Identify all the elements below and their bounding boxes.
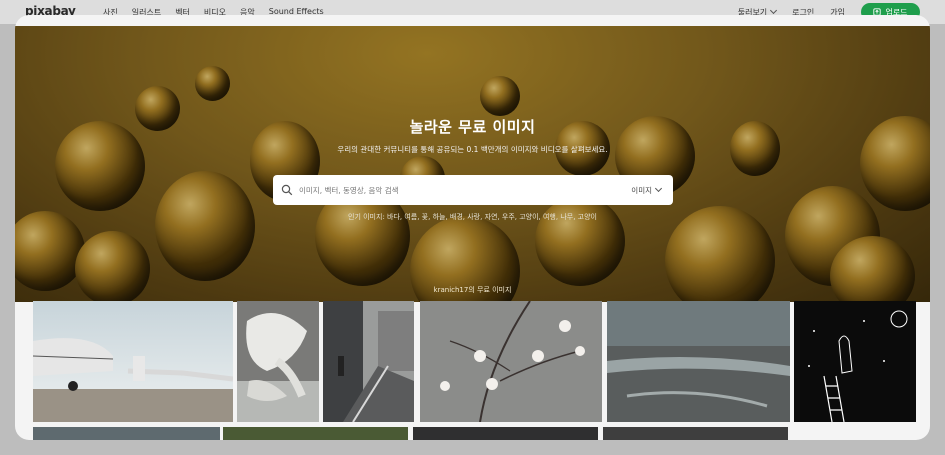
image-tile-building[interactable] <box>33 427 220 440</box>
chevron-down-icon <box>654 184 663 193</box>
search-type-select[interactable]: 이미지 <box>631 184 663 196</box>
image-tile-swan[interactable] <box>237 301 319 422</box>
search-input[interactable] <box>299 185 632 195</box>
image-tile-cat[interactable] <box>413 427 598 440</box>
image-credit[interactable]: kranich17의 무료 이미지 <box>15 285 930 295</box>
image-tile-airplane[interactable] <box>33 301 233 422</box>
hero-title: 놀라운 무료 이미지 <box>409 118 536 136</box>
image-tile-illustration[interactable] <box>794 301 916 422</box>
main-frame: 놀라운 무료 이미지 우리의 관대한 커뮤니티를 통해 공유되는 0.1 백만개… <box>15 15 930 440</box>
chevron-down-icon <box>770 6 778 15</box>
search-type-label: 이미지 <box>631 185 652 195</box>
image-tile-forest[interactable] <box>223 427 408 440</box>
image-tile-tidal-flat[interactable] <box>607 301 790 422</box>
image-tile-blossom[interactable] <box>420 301 602 422</box>
hero-banner: 놀라운 무료 이미지 우리의 관대한 커뮤니티를 통해 공유되는 0.1 백만개… <box>15 26 930 302</box>
hero-subtitle: 우리의 관대한 커뮤니티를 통해 공유되는 0.1 백만개의 이미지와 비디오를… <box>337 145 608 154</box>
image-tile-piano[interactable] <box>603 427 788 440</box>
popular-searches[interactable]: 인기 이미지: 바다, 여름, 꽃, 하늘, 배경, 사랑, 자연, 우주, 고… <box>15 212 930 222</box>
search-icon <box>281 184 293 196</box>
search-bar: 이미지 <box>273 175 673 205</box>
image-tile-street[interactable] <box>323 301 414 422</box>
